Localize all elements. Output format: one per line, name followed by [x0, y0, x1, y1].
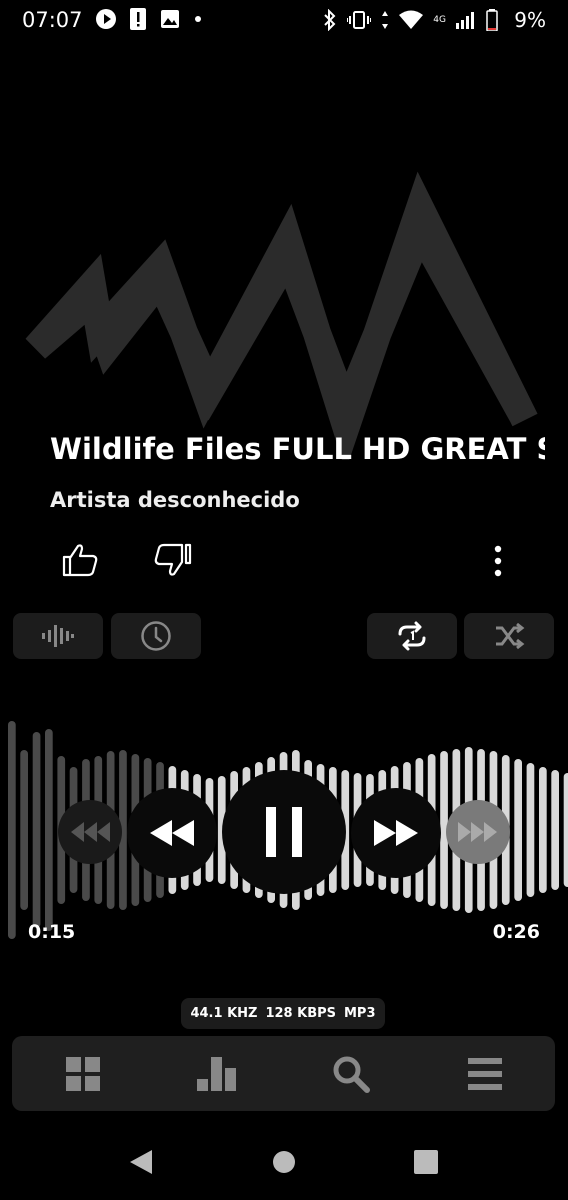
thumb-down-icon[interactable]	[152, 542, 192, 578]
network-type-label: 4G	[433, 15, 446, 25]
nav-grid-button[interactable]	[63, 1054, 103, 1094]
waveform-bar	[20, 750, 28, 910]
more-vertical-icon[interactable]	[484, 544, 512, 578]
notification-icons	[96, 8, 202, 30]
equalizer-icon	[42, 625, 74, 647]
nav-search-button[interactable]	[331, 1054, 371, 1094]
waveform-bar	[8, 721, 16, 939]
data-arrows-icon	[382, 11, 389, 29]
status-bar: 07:07 4G 9%	[0, 0, 568, 42]
alert-notification-icon	[130, 8, 146, 30]
rewind-button[interactable]	[127, 788, 217, 878]
vibrate-icon	[347, 11, 372, 29]
rewind-icon	[150, 820, 194, 846]
waveform-bar	[45, 729, 53, 931]
codec: MP3	[344, 1006, 376, 1021]
battery-icon	[486, 9, 498, 31]
repeat-one-icon	[398, 621, 426, 651]
battery-percent: 9%	[514, 8, 546, 32]
fast-rewind-icon	[71, 822, 110, 842]
chart-icon	[197, 1057, 236, 1091]
waveform-bar	[514, 759, 522, 901]
waveform-bar	[539, 767, 547, 893]
audio-format-badge: 44.1 KHZ 128 KBPS MP3	[181, 998, 385, 1029]
sample-rate: 44.1 KHZ	[190, 1006, 258, 1021]
play-pause-button[interactable]	[222, 770, 346, 894]
grid-icon	[66, 1057, 100, 1091]
play-notification-icon	[96, 9, 116, 29]
menu-icon	[468, 1058, 502, 1090]
waveform-bar	[526, 763, 535, 897]
dot-icon	[195, 16, 201, 22]
waveform-bar	[32, 732, 41, 928]
shuffle-button[interactable]	[464, 613, 554, 659]
skip-back-button[interactable]	[58, 800, 122, 864]
skip-forward-button[interactable]	[446, 800, 510, 864]
thumb-up-icon[interactable]	[60, 542, 100, 578]
waveform-bar	[551, 770, 559, 890]
bitrate: 128 KBPS	[265, 1006, 336, 1021]
track-title: Wildlife Files FULL HD GREAT SP	[50, 432, 545, 466]
sleep-timer-button[interactable]	[111, 613, 201, 659]
skip-forward-icon	[458, 822, 497, 842]
clock-icon	[141, 621, 171, 651]
recents-icon[interactable]	[413, 1149, 439, 1175]
total-time: 0:26	[492, 921, 540, 943]
image-notification-icon	[161, 10, 179, 28]
shuffle-icon	[496, 622, 525, 650]
track-artist[interactable]: Artista desconhecido	[50, 488, 300, 512]
equalizer-button[interactable]	[13, 613, 103, 659]
signal-icon	[456, 12, 474, 29]
search-icon	[333, 1056, 370, 1093]
nav-menu-button[interactable]	[465, 1054, 505, 1094]
bottom-navigation	[12, 1036, 555, 1111]
waveform-bar	[563, 773, 568, 887]
bluetooth-icon	[324, 9, 336, 31]
system-status-icons: 4G	[323, 9, 498, 31]
pause-icon	[266, 807, 302, 857]
back-icon[interactable]	[128, 1148, 154, 1176]
forward-button[interactable]	[351, 788, 441, 878]
repeat-button[interactable]	[367, 613, 457, 659]
status-time: 07:07	[22, 8, 83, 32]
album-art	[25, 171, 538, 460]
current-time: 0:15	[28, 921, 76, 943]
system-navigation-bar	[0, 1130, 568, 1200]
wifi-icon	[399, 10, 424, 29]
nav-stats-button[interactable]	[197, 1054, 237, 1094]
fast-forward-icon	[374, 820, 418, 846]
home-icon[interactable]	[271, 1149, 297, 1175]
